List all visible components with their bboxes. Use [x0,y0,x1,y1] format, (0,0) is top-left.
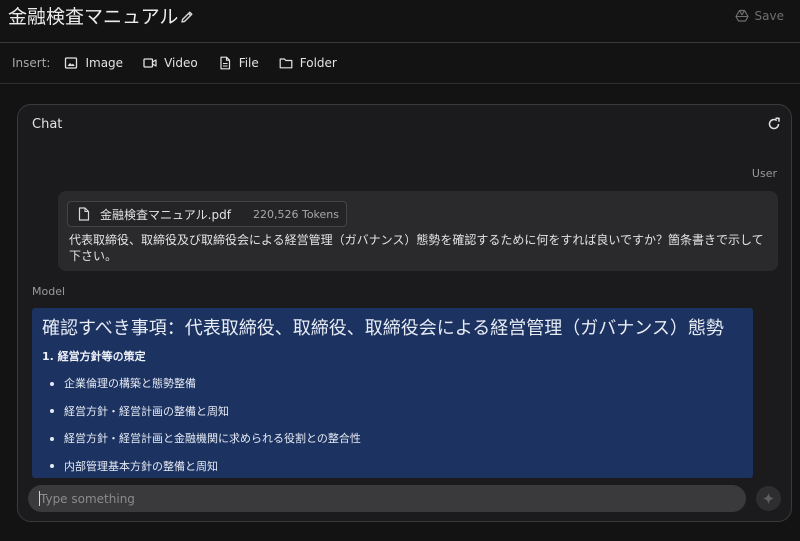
chat-panel: Chat User 金融検査マニュアル.pdf 220,526 Tokens 代… [17,104,792,522]
refresh-icon[interactable] [767,117,781,131]
model-response: 確認すべき事項：代表取締役、取締役、取締役会による経営管理（ガバナンス）態勢 1… [32,308,753,478]
insert-video-label: Video [164,56,198,70]
insert-image-label: Image [85,56,124,70]
response-bullet-list: 企業倫理の構築と態勢整備 経営方針・経営計画の整備と周知 経営方針・経営計画と金… [42,370,361,478]
list-item: 経営方針・経営計画と金融機関に求められる役割との整合性 [42,425,361,453]
document-title[interactable]: 金融検査マニュアル [8,5,178,29]
drive-icon [734,9,749,22]
save-label: Save [754,9,784,23]
chat-input[interactable] [40,485,730,512]
list-item: 内部管理基本方針の整備と周知 [42,453,361,479]
list-item: 企業倫理の構築と態勢整備 [42,370,361,398]
top-bar: 金融検査マニュアル Save [0,0,800,43]
insert-file-button[interactable]: File [218,56,259,70]
chat-input-container [28,485,746,512]
save-button[interactable]: Save [734,9,784,23]
response-heading: 確認すべき事項：代表取締役、取締役、取締役会による経営管理（ガバナンス）態勢 [42,318,724,339]
file-icon [78,207,90,221]
attachment-chip[interactable]: 金融検査マニュアル.pdf 220,526 Tokens [67,201,347,227]
insert-file-label: File [238,56,259,70]
video-icon [143,58,157,68]
run-button[interactable] [756,486,781,511]
image-icon [65,57,78,69]
sparkle-icon [762,492,775,505]
folder-icon [279,58,293,69]
insert-image-button[interactable]: Image [64,56,123,70]
attachment-filename: 金融検査マニュアル.pdf [100,207,231,222]
user-role-label: User [751,167,777,180]
file-icon [220,56,230,70]
insert-toolbar: Insert: Image Video File Folder [0,43,800,84]
response-section-title: 1. 経営方針等の策定 [42,350,146,363]
insert-folder-label: Folder [299,56,337,70]
model-role-label: Model [32,285,66,298]
pencil-icon[interactable] [179,9,195,25]
chat-title: Chat [32,117,63,132]
user-message: 金融検査マニュアル.pdf 220,526 Tokens 代表取締役、取締役及び… [58,191,778,271]
list-item: 経営方針・経営計画の整備と周知 [42,398,361,426]
insert-video-button[interactable]: Video [143,56,198,70]
attachment-token-count: 220,526 Tokens [252,207,339,221]
user-message-text: 代表取締役、取締役及び取締役会による経営管理（ガバナンス）態勢を確認するために何… [69,233,764,263]
text-cursor [39,491,40,506]
insert-label: Insert: [12,56,51,70]
insert-folder-button[interactable]: Folder [279,56,337,70]
